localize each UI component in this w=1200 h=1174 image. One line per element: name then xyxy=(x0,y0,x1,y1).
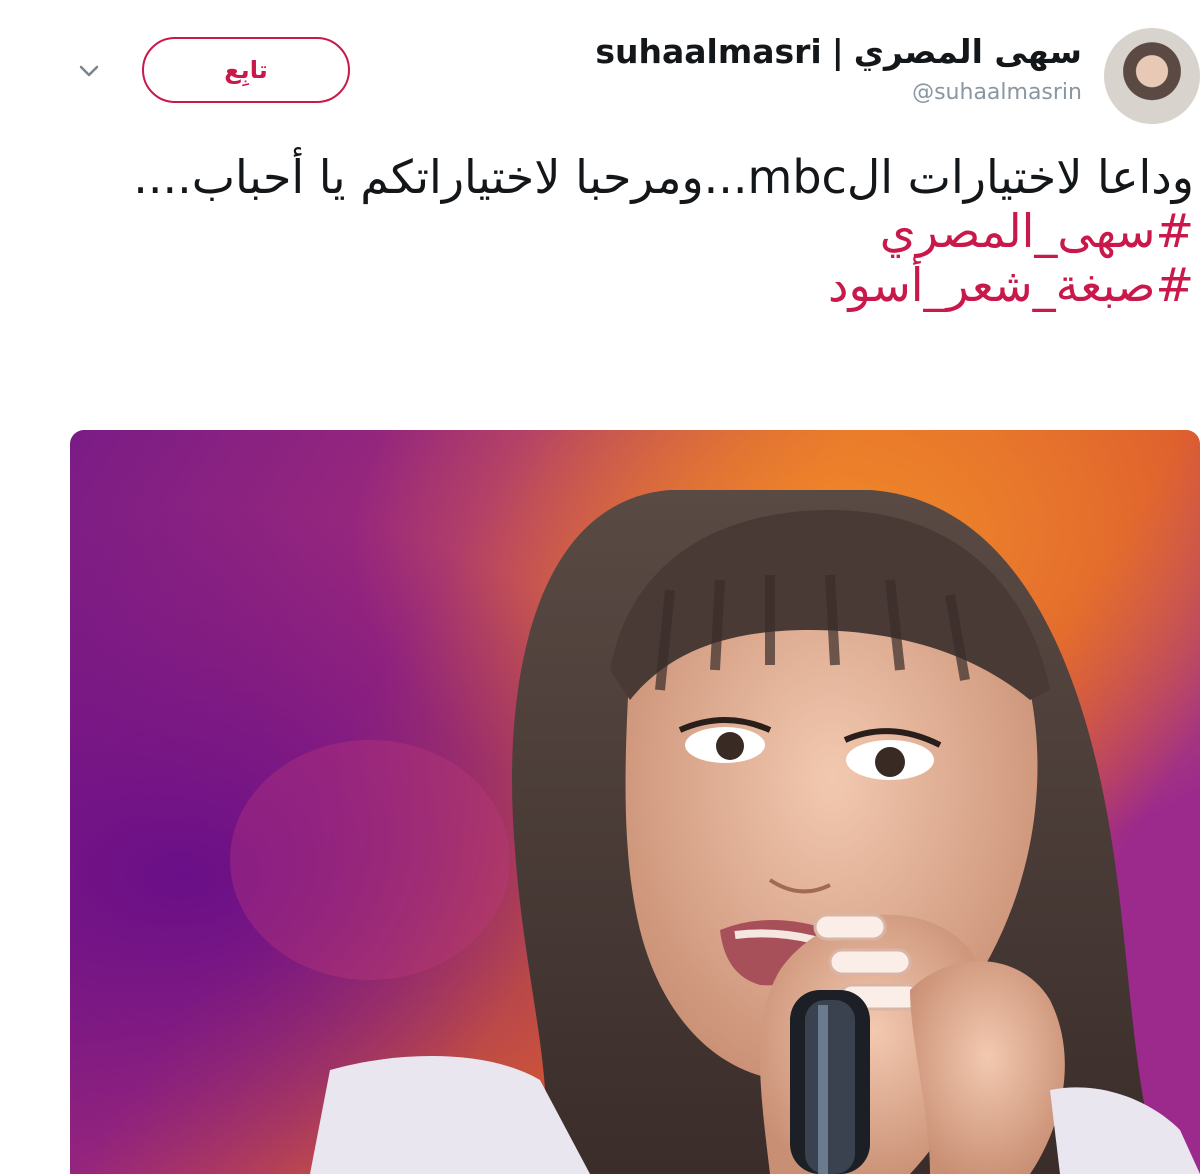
display-name-latin: suhaalmasri xyxy=(595,32,822,71)
tweet-body: وداعا لاختيارات الmbc...ومرحبا لاختيارات… xyxy=(94,150,1194,312)
hashtag-link[interactable]: #صبغة_شعر_أسود xyxy=(94,258,1194,312)
tweet-text: وداعا لاختيارات الmbc...ومرحبا لاختيارات… xyxy=(133,150,1194,204)
author-block: سهى المصري | suhaalmasri @suhaalmasrin xyxy=(595,30,1082,105)
avatar[interactable] xyxy=(1104,28,1200,124)
tweet-media-photo[interactable] xyxy=(70,430,1200,1174)
user-handle[interactable]: @suhaalmasrin xyxy=(595,80,1082,105)
chevron-down-icon[interactable] xyxy=(78,60,100,82)
tweet-card: سهى المصري | suhaalmasri @suhaalmasrin ت… xyxy=(0,0,1200,1174)
follow-button[interactable]: تابِع xyxy=(142,37,350,103)
hashtag-link[interactable]: #سهى_المصري xyxy=(94,204,1194,258)
display-name-separator: | xyxy=(831,32,844,71)
display-name[interactable]: سهى المصري | suhaalmasri xyxy=(595,30,1082,74)
display-name-arabic: سهى المصري xyxy=(853,32,1082,71)
photo-singer-with-microphone xyxy=(70,430,1200,1174)
tweet-header: سهى المصري | suhaalmasri @suhaalmasrin ت… xyxy=(0,0,1200,140)
